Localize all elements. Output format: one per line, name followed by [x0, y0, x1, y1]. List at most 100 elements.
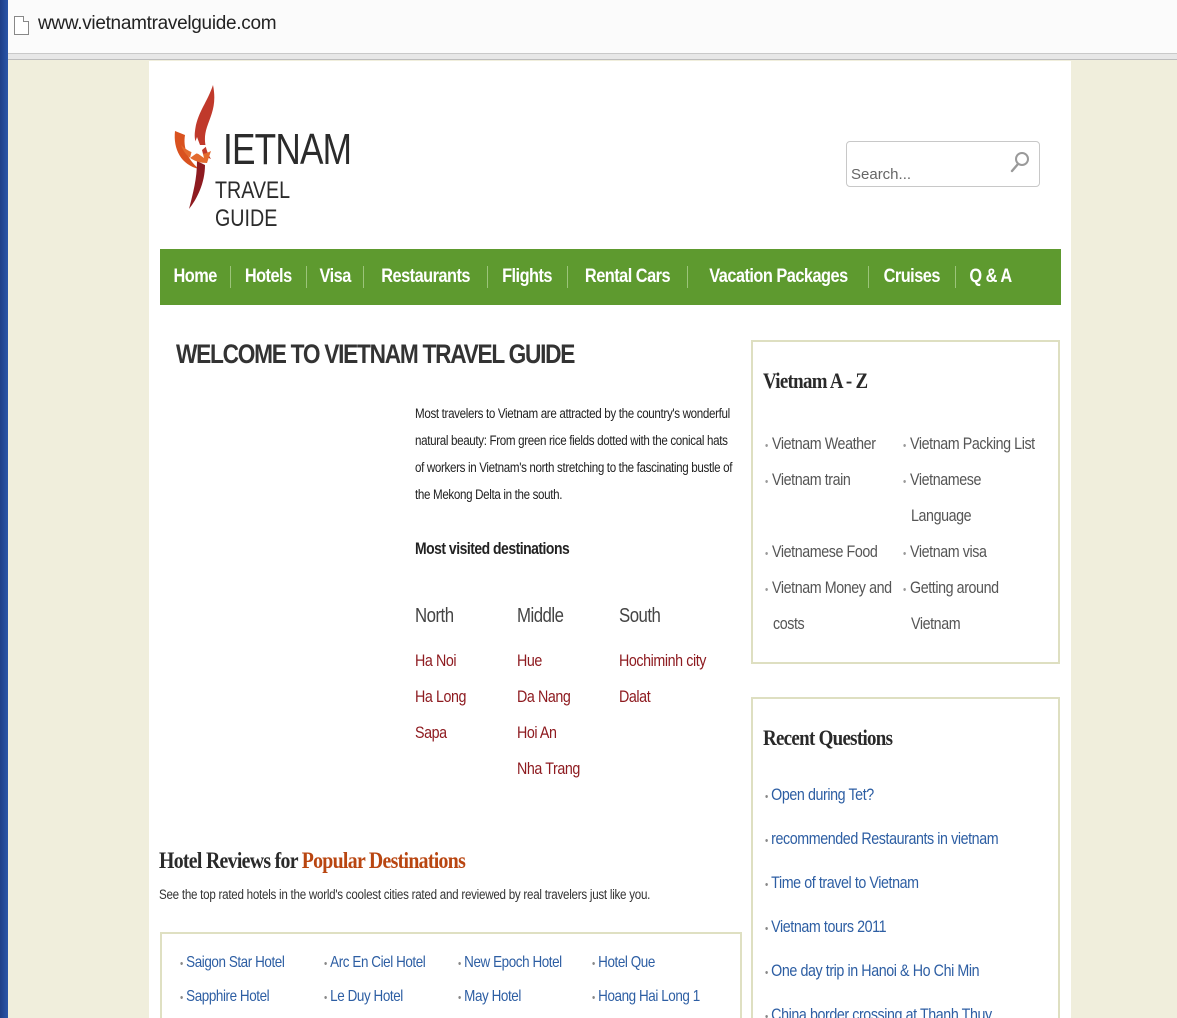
nav-item: Vacation Packages	[677, 266, 859, 288]
recent-question-link[interactable]: • recommended Restaurants in vietnam	[765, 829, 999, 849]
bullet-icon: •	[765, 967, 768, 979]
recent-question-link[interactable]: • One day trip in Hanoi & Ho Chi Min	[765, 961, 980, 981]
recent-question-link[interactable]: • Open during Tet?	[765, 785, 874, 805]
hotel-link[interactable]: • Le Duy Hotel	[324, 988, 403, 1006]
vietnam-az-widget: Vietnam A - Z • Vietnam Weather • Vietnam …	[751, 340, 1060, 664]
bullet-icon: •	[765, 835, 768, 847]
nav-separator	[686, 266, 688, 288]
main-nav: Home Hotels Visa Restaurants Flights Rental C…	[160, 249, 1061, 305]
nav-link[interactable]: Home	[174, 266, 218, 288]
nav-item: Rental Cars	[557, 266, 677, 288]
hotel-link[interactable]: • Saigon Star Hotel	[180, 954, 285, 972]
nav-item: Restaurants	[353, 266, 477, 288]
bullet-icon: •	[324, 958, 327, 970]
az-link[interactable]: • Getting around	[903, 570, 1017, 608]
hotel-list-box: • Saigon Star Hotel • Arc En Ciel Hotel • New…	[160, 932, 742, 1018]
destination-link: Hue	[517, 651, 542, 670]
nav-separator	[230, 266, 232, 288]
nav-link[interactable]: Rental Cars	[584, 266, 670, 288]
nav-link[interactable]: Cruises	[884, 266, 941, 288]
nav-separator	[487, 266, 489, 288]
bullet-icon: •	[458, 992, 461, 1004]
destination-link: Hochiminh city	[619, 651, 706, 670]
nav-separator	[868, 266, 870, 288]
hotel-link[interactable]: • Sapphire Hotel	[180, 988, 270, 1006]
destination-link: Ha Long	[415, 687, 467, 706]
site-logo[interactable]: IETNAM TRAVEL GUIDE	[167, 83, 377, 232]
nav-item: Q & A	[945, 266, 1015, 288]
bullet-icon: •	[458, 958, 461, 970]
bullet-icon: •	[592, 992, 595, 1004]
nav-link[interactable]: Restaurants	[381, 266, 470, 288]
destination-link: Dalat	[619, 687, 651, 706]
az-link-continued[interactable]: Vietnam	[911, 606, 970, 642]
search-icon[interactable]	[1009, 150, 1031, 174]
destination-column-middle: Middle Hue Da Nang Hoi An Nha Trang	[517, 605, 592, 795]
destination-link: Sapa	[415, 723, 447, 742]
widget-title: Recent Questions	[763, 725, 893, 750]
search-input[interactable]	[851, 164, 1001, 184]
most-visited-heading: Most visited destinations	[415, 539, 570, 558]
widget-title: Vietnam A - Z	[763, 368, 868, 393]
az-link-continued[interactable]: Language	[911, 498, 983, 534]
destination-link: Ha Noi	[415, 651, 457, 670]
toolbar-divider	[8, 54, 1177, 60]
intro-text: Most travelers to Vietnam are attracted …	[415, 406, 733, 502]
hotel-link[interactable]: • May Hotel	[458, 988, 521, 1006]
url-text[interactable]: www.vietnamtravelguide.com	[38, 13, 277, 35]
page-icon	[14, 16, 29, 35]
recent-question-link[interactable]: • Vietnam tours 2011	[765, 917, 887, 937]
bullet-icon: •	[324, 992, 327, 1004]
search-box[interactable]	[846, 141, 1040, 187]
nav-link[interactable]: Visa	[319, 266, 351, 288]
az-link[interactable]: • Vietnam Money and	[765, 570, 916, 608]
destination-link: Da Nang	[517, 687, 571, 706]
bullet-icon: •	[592, 958, 595, 970]
nav-link[interactable]: Q & A	[969, 266, 1012, 288]
nav-separator	[954, 266, 956, 288]
hotel-link[interactable]: • Hoang Hai Long 1	[592, 988, 700, 1006]
hotel-link[interactable]: • Arc En Ciel Hotel	[324, 954, 426, 972]
page-title: WELCOME TO VIETNAM TRAVEL GUIDE	[176, 339, 575, 369]
nav-item: Cruises	[858, 266, 945, 288]
hotel-link[interactable]: • New Epoch Hotel	[458, 954, 562, 972]
az-link[interactable]: • Vietnam Packing List	[903, 426, 1060, 464]
destination-column-heading: North	[415, 605, 454, 627]
recent-question-link[interactable]: • Time of travel to Vietnam	[765, 873, 919, 893]
hotel-reviews-heading: Hotel Reviews for Popular Destinations	[159, 848, 466, 873]
nav-link[interactable]: Flights	[502, 266, 552, 288]
az-link[interactable]: • Vietnam visa	[903, 534, 1002, 572]
page-content: IETNAM TRAVEL GUIDE Home Hotels Visa Restau…	[149, 61, 1071, 1018]
window-frame-left	[0, 0, 8, 1018]
nav-item: Visa	[296, 266, 353, 288]
nav-separator	[305, 266, 307, 288]
destination-link: Hoi An	[517, 723, 557, 742]
az-link[interactable]: • Vietnam Weather	[765, 426, 897, 464]
nav-separator	[363, 266, 365, 288]
bullet-icon: •	[765, 879, 768, 891]
nav-link[interactable]: Hotels	[245, 266, 292, 288]
destination-column-heading: Middle	[517, 605, 564, 627]
bullet-icon: •	[180, 958, 183, 970]
address-bar[interactable]: www.vietnamtravelguide.com	[8, 0, 1177, 54]
popular-destinations-link[interactable]: Popular Destinations	[302, 848, 466, 873]
recent-questions-widget: Recent Questions • Open during Tet? • recom…	[751, 697, 1060, 1018]
nav-item: Hotels	[220, 266, 295, 288]
recent-question-link[interactable]: • China border crossing at Thanh Thuy	[765, 1005, 992, 1018]
bullet-icon: •	[765, 791, 768, 803]
destination-column-south: South Hochiminh city Dalat	[619, 605, 723, 723]
nav-link[interactable]: Vacation Packages	[709, 266, 848, 288]
logo-subtitle: TRAVEL GUIDE	[215, 177, 290, 232]
nav-item: Flights	[477, 266, 556, 288]
az-link-continued[interactable]: costs	[773, 606, 810, 642]
destination-column-heading: South	[619, 605, 661, 627]
az-link[interactable]: • Vietnamese	[903, 462, 996, 500]
hotel-link[interactable]: • Hotel Que	[592, 954, 655, 972]
az-link[interactable]: • Vietnamese Food	[765, 534, 899, 572]
az-link[interactable]: • Vietnam train	[765, 462, 867, 500]
logo-wordmark: IETNAM	[223, 125, 352, 174]
bullet-icon: •	[765, 923, 768, 935]
nav-item: Home	[170, 266, 220, 288]
destination-link: Nha Trang	[517, 759, 580, 778]
bullet-icon: •	[765, 1011, 768, 1018]
